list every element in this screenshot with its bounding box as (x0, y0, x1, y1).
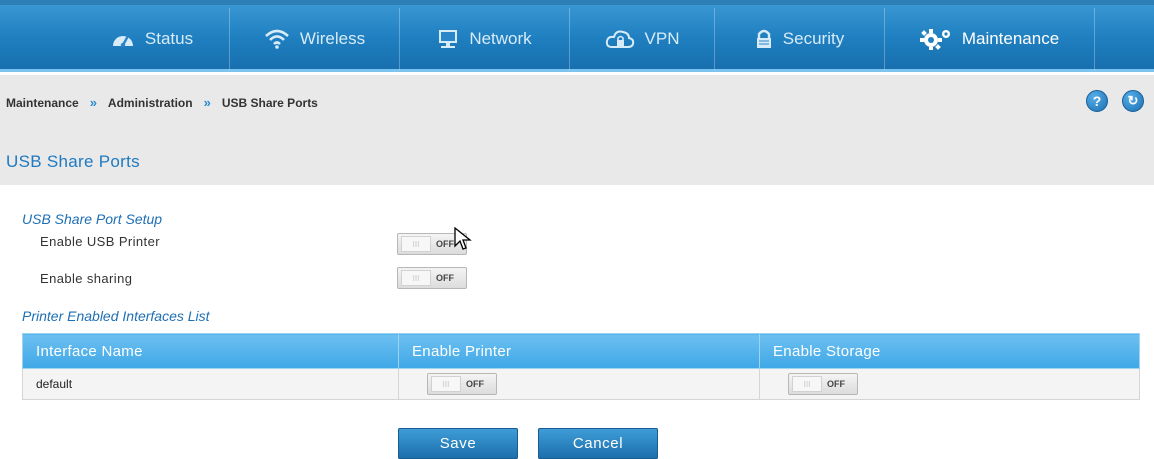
tab-vpn-label: VPN (644, 29, 680, 48)
column-header-enable-printer: Enable Printer (398, 333, 760, 369)
interface-printer-toggle-wrap: III OFF (427, 373, 497, 395)
breadcrumb-item-administration[interactable]: Administration (108, 96, 193, 110)
enable-storage-cell: III OFF (759, 368, 1140, 400)
top-navigation: Status Wireless Network VPN Security Mai… (0, 0, 1154, 72)
tab-vpn[interactable]: VPN (570, 8, 715, 70)
tab-security[interactable]: Security (715, 8, 885, 70)
toggle-state: OFF (436, 239, 454, 249)
toggle-knob: III (401, 270, 431, 286)
column-header-interface-name: Interface Name (22, 333, 399, 369)
toggle-knob: III (431, 376, 461, 392)
cloud-lock-icon (605, 29, 635, 49)
interface-storage-toggle-wrap: III OFF (788, 373, 858, 395)
interface-printer-toggle[interactable]: III OFF (427, 373, 497, 395)
enable-sharing-toggle[interactable]: III OFF (397, 267, 467, 289)
tab-wireless[interactable]: Wireless (230, 8, 400, 70)
interface-storage-toggle[interactable]: III OFF (788, 373, 858, 395)
cancel-button[interactable]: Cancel (538, 428, 658, 459)
help-button[interactable]: ? (1086, 90, 1108, 112)
tab-status-label: Status (144, 29, 194, 48)
toggle-state: OFF (827, 379, 845, 389)
setup-section-heading: USB Share Port Setup (22, 211, 163, 227)
tab-maintenance-label: Maintenance (961, 29, 1060, 48)
tab-maintenance[interactable]: Maintenance (885, 8, 1095, 70)
save-button[interactable]: Save (398, 428, 518, 459)
toggle-knob: III (401, 236, 431, 252)
gauge-icon (111, 30, 135, 48)
monitor-icon (437, 29, 459, 49)
enable-sharing-label: Enable sharing (40, 271, 133, 286)
column-header-enable-storage: Enable Storage (759, 333, 1140, 369)
toggle-state: OFF (436, 273, 454, 283)
toggle-state: OFF (466, 379, 484, 389)
interfaces-section-heading: Printer Enabled Interfaces List (22, 308, 210, 324)
page-title: USB Share Ports (6, 152, 140, 171)
table-row: default III OFF III OFF (22, 368, 1140, 400)
table-header-row: Interface Name Enable Printer Enable Sto… (22, 333, 1140, 369)
wifi-icon (264, 29, 290, 49)
enable-printer-cell: III OFF (398, 368, 760, 400)
breadcrumb: Maintenance » Administration » USB Share… (6, 95, 318, 110)
tab-security-label: Security (782, 29, 845, 48)
mouse-cursor-icon (454, 226, 472, 256)
tab-network-label: Network (469, 29, 532, 48)
gears-icon (919, 28, 952, 50)
help-icon: ? (1092, 93, 1102, 109)
toggle-knob: III (792, 376, 822, 392)
interface-name-cell: default (22, 368, 399, 400)
interfaces-table: Interface Name Enable Printer Enable Sto… (22, 333, 1140, 400)
breadcrumb-bar: Maintenance » Administration » USB Share… (0, 75, 1154, 185)
lock-icon (755, 28, 773, 50)
tab-wireless-label: Wireless (299, 29, 366, 48)
breadcrumb-item-maintenance[interactable]: Maintenance (6, 96, 79, 110)
breadcrumb-separator: » (203, 95, 211, 110)
breadcrumb-separator: » (89, 95, 97, 110)
nav-top-strip (0, 0, 1154, 5)
tab-network[interactable]: Network (400, 8, 570, 70)
refresh-icon: ↻ (1127, 93, 1139, 108)
tab-status[interactable]: Status (75, 8, 230, 70)
refresh-button[interactable]: ↻ (1122, 90, 1144, 112)
enable-usb-printer-label: Enable USB Printer (40, 234, 160, 249)
breadcrumb-item-current: USB Share Ports (221, 95, 318, 110)
